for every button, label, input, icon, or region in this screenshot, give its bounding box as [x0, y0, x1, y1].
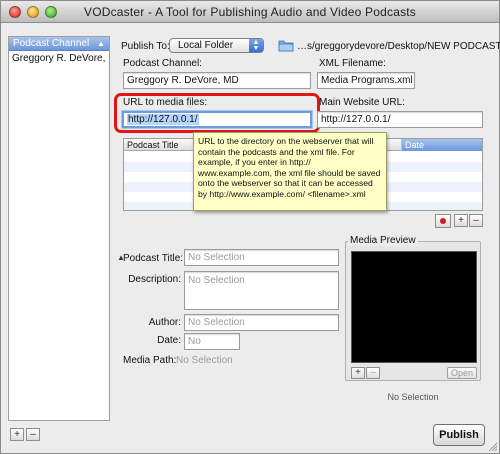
- add-channel-button[interactable]: +: [10, 428, 24, 441]
- publish-to-selected: Local Folder: [178, 40, 234, 51]
- channel-list-header-label: Podcast Channel: [13, 38, 90, 49]
- publish-path: …s/greggorydevore/Desktop/NEW PODCAST: [297, 41, 500, 52]
- open-media-button[interactable]: Open: [447, 367, 477, 379]
- author-label: Author:: [148, 317, 181, 328]
- main-website-field[interactable]: http://127.0.0.1/: [317, 111, 483, 128]
- main-website-label: Main Website URL:: [319, 97, 405, 108]
- remove-media-button[interactable]: –: [366, 367, 380, 379]
- add-media-button[interactable]: +: [351, 367, 365, 379]
- date-field[interactable]: No: [184, 333, 240, 350]
- media-path-value: No Selection: [176, 355, 233, 366]
- title-bar[interactable]: VODcaster - A Tool for Publishing Audio …: [1, 1, 499, 23]
- xml-filename-field[interactable]: Media Programs.xml: [317, 72, 415, 89]
- podcast-title-field[interactable]: No Selection: [184, 249, 339, 266]
- publish-to-label: Publish To:: [121, 41, 170, 52]
- podcast-title-label: Podcast Title:: [123, 253, 184, 264]
- sort-ascending-icon: ▲: [97, 39, 105, 48]
- publish-to-select[interactable]: Local Folder ▲ ▼: [169, 38, 264, 53]
- podcast-channel-field[interactable]: Greggory R. DeVore, MD: [123, 72, 311, 89]
- media-preview-screen[interactable]: [351, 251, 477, 363]
- channel-list-item[interactable]: Greggory R. DeVore, MD: [9, 52, 109, 66]
- record-button[interactable]: [435, 214, 451, 228]
- url-help-tooltip: URL to the directory on the webserver th…: [193, 132, 387, 211]
- date-label: Date:: [157, 335, 181, 346]
- app-window: VODcaster - A Tool for Publishing Audio …: [0, 0, 500, 454]
- description-field[interactable]: No Selection: [184, 271, 339, 310]
- media-preview-status: No Selection: [387, 392, 439, 402]
- channel-list[interactable]: Podcast Channel ▲ Greggory R. DeVore, MD: [8, 36, 110, 421]
- xml-filename-label: XML Filename:: [319, 58, 386, 69]
- folder-icon[interactable]: [278, 38, 294, 52]
- column-date[interactable]: Date: [402, 139, 482, 151]
- remove-podcast-button[interactable]: –: [469, 214, 483, 227]
- popup-arrows-icon: ▲ ▼: [249, 39, 263, 52]
- author-field[interactable]: No Selection: [184, 314, 339, 331]
- podcast-channel-label: Podcast Channel:: [123, 58, 202, 69]
- description-label: Description:: [128, 274, 181, 285]
- window-title: VODcaster - A Tool for Publishing Audio …: [83, 5, 417, 19]
- media-path-label: Media Path:: [123, 355, 177, 366]
- callout-highlight: [114, 93, 320, 133]
- record-icon: [440, 218, 446, 224]
- remove-channel-button[interactable]: –: [26, 428, 40, 441]
- channel-list-header[interactable]: Podcast Channel ▲: [9, 37, 109, 51]
- publish-button[interactable]: Publish: [433, 424, 485, 446]
- resize-grip-icon[interactable]: [487, 441, 497, 451]
- add-podcast-button[interactable]: +: [454, 214, 468, 227]
- media-preview-title: Media Preview: [348, 235, 418, 246]
